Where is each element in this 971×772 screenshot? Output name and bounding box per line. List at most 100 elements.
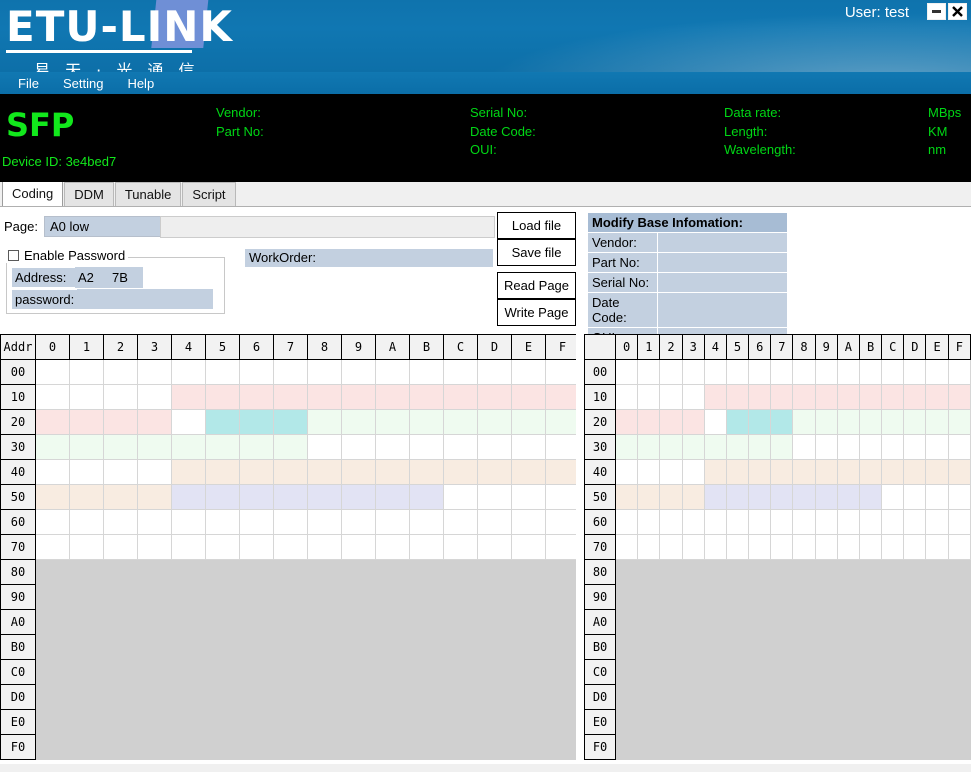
hex-cell-00-E[interactable] bbox=[511, 359, 546, 385]
hex-cell-70-8[interactable] bbox=[792, 534, 816, 560]
modify-value-serialno[interactable] bbox=[658, 273, 787, 292]
tab-script[interactable]: Script bbox=[182, 182, 236, 206]
hex-cell-50-7[interactable] bbox=[770, 484, 794, 510]
hex-cell-40-A[interactable] bbox=[375, 459, 410, 485]
hex-cell-50-0[interactable] bbox=[35, 484, 70, 510]
hex-cell-30-C[interactable] bbox=[443, 434, 478, 460]
hex-cell-60-5[interactable] bbox=[725, 509, 750, 535]
hex-cell-00-0[interactable] bbox=[35, 359, 70, 385]
hex-cell-60-3[interactable] bbox=[681, 509, 705, 535]
hex-cell-40-B[interactable] bbox=[858, 459, 883, 485]
hex-cell-50-2[interactable] bbox=[103, 484, 138, 510]
hex-cell-50-A[interactable] bbox=[375, 484, 410, 510]
hex-cell-00-9[interactable] bbox=[341, 359, 376, 385]
hex-cell-00-1[interactable] bbox=[69, 359, 104, 385]
hex-cell-70-D[interactable] bbox=[903, 534, 927, 560]
hex-cell-70-0[interactable] bbox=[35, 534, 70, 560]
hex-cell-10-9[interactable] bbox=[341, 384, 376, 410]
hex-cell-40-0[interactable] bbox=[615, 459, 639, 485]
hex-cell-60-1[interactable] bbox=[69, 509, 104, 535]
menu-item-setting[interactable]: Setting bbox=[51, 74, 115, 93]
hex-cell-70-1[interactable] bbox=[637, 534, 661, 560]
hex-cell-10-6[interactable] bbox=[239, 384, 274, 410]
hex-cell-00-4[interactable] bbox=[171, 359, 206, 385]
hex-cell-10-4[interactable] bbox=[703, 384, 727, 410]
save-file-button[interactable]: Save file bbox=[497, 239, 576, 266]
hex-cell-00-7[interactable] bbox=[770, 359, 794, 385]
hex-cell-70-E[interactable] bbox=[511, 534, 546, 560]
hex-cell-10-9[interactable] bbox=[814, 384, 838, 410]
modify-value-datecode[interactable] bbox=[658, 293, 787, 327]
hex-cell-00-C[interactable] bbox=[443, 359, 478, 385]
hex-cell-40-9[interactable] bbox=[814, 459, 838, 485]
hex-cell-40-6[interactable] bbox=[748, 459, 772, 485]
hex-cell-30-E[interactable] bbox=[925, 434, 949, 460]
hex-cell-50-3[interactable] bbox=[681, 484, 705, 510]
hex-cell-50-5[interactable] bbox=[205, 484, 240, 510]
hex-cell-40-2[interactable] bbox=[103, 459, 138, 485]
hex-cell-70-3[interactable] bbox=[137, 534, 172, 560]
hex-cell-30-3[interactable] bbox=[137, 434, 172, 460]
hex-cell-30-7[interactable] bbox=[770, 434, 794, 460]
hex-cell-60-9[interactable] bbox=[341, 509, 376, 535]
hex-cell-40-C[interactable] bbox=[443, 459, 478, 485]
hex-cell-10-3[interactable] bbox=[137, 384, 172, 410]
hex-cell-00-9[interactable] bbox=[814, 359, 838, 385]
hex-cell-20-B[interactable] bbox=[409, 409, 444, 435]
hex-cell-70-6[interactable] bbox=[239, 534, 274, 560]
password-cell-3[interactable] bbox=[179, 289, 214, 309]
modify-value-partno[interactable] bbox=[658, 253, 787, 272]
hex-cell-30-A[interactable] bbox=[375, 434, 410, 460]
hex-cell-30-2[interactable] bbox=[659, 434, 683, 460]
hex-cell-50-4[interactable] bbox=[703, 484, 727, 510]
hex-cell-70-6[interactable] bbox=[748, 534, 772, 560]
hex-cell-20-D[interactable] bbox=[903, 409, 927, 435]
hex-cell-40-F[interactable] bbox=[545, 459, 580, 485]
hex-cell-00-5[interactable] bbox=[725, 359, 750, 385]
hex-cell-60-0[interactable] bbox=[615, 509, 639, 535]
hex-cell-60-4[interactable] bbox=[703, 509, 727, 535]
hex-cell-30-9[interactable] bbox=[814, 434, 838, 460]
hex-cell-20-A[interactable] bbox=[375, 409, 410, 435]
hex-cell-50-D[interactable] bbox=[903, 484, 927, 510]
hex-cell-60-F[interactable] bbox=[947, 509, 971, 535]
hex-cell-40-D[interactable] bbox=[477, 459, 512, 485]
hex-cell-60-3[interactable] bbox=[137, 509, 172, 535]
hex-cell-10-B[interactable] bbox=[409, 384, 444, 410]
hex-cell-40-2[interactable] bbox=[659, 459, 683, 485]
hex-cell-60-D[interactable] bbox=[477, 509, 512, 535]
hex-cell-60-1[interactable] bbox=[637, 509, 661, 535]
hex-cell-70-E[interactable] bbox=[925, 534, 949, 560]
hex-cell-00-B[interactable] bbox=[409, 359, 444, 385]
hex-cell-10-F[interactable] bbox=[947, 384, 971, 410]
modify-value-vendor[interactable] bbox=[658, 233, 787, 252]
hex-cell-60-8[interactable] bbox=[307, 509, 342, 535]
hex-cell-70-2[interactable] bbox=[659, 534, 683, 560]
hex-cell-60-2[interactable] bbox=[103, 509, 138, 535]
hex-cell-00-D[interactable] bbox=[477, 359, 512, 385]
hex-cell-50-7[interactable] bbox=[273, 484, 308, 510]
hex-cell-10-8[interactable] bbox=[792, 384, 816, 410]
hex-cell-10-D[interactable] bbox=[903, 384, 927, 410]
hex-cell-00-F[interactable] bbox=[545, 359, 580, 385]
hex-cell-00-3[interactable] bbox=[681, 359, 705, 385]
hex-cell-70-2[interactable] bbox=[103, 534, 138, 560]
hex-cell-10-0[interactable] bbox=[615, 384, 639, 410]
hex-cell-50-9[interactable] bbox=[341, 484, 376, 510]
hex-cell-30-5[interactable] bbox=[205, 434, 240, 460]
hex-cell-60-E[interactable] bbox=[925, 509, 949, 535]
hex-cell-00-3[interactable] bbox=[137, 359, 172, 385]
hex-cell-70-8[interactable] bbox=[307, 534, 342, 560]
hex-cell-20-B[interactable] bbox=[858, 409, 883, 435]
hex-cell-70-A[interactable] bbox=[375, 534, 410, 560]
hex-cell-00-2[interactable] bbox=[659, 359, 683, 385]
hex-cell-30-4[interactable] bbox=[703, 434, 727, 460]
hex-cell-20-5[interactable] bbox=[205, 409, 240, 435]
hex-cell-30-D[interactable] bbox=[477, 434, 512, 460]
hex-cell-30-0[interactable] bbox=[35, 434, 70, 460]
hex-cell-70-0[interactable] bbox=[615, 534, 639, 560]
hex-cell-70-5[interactable] bbox=[725, 534, 750, 560]
hex-cell-30-5[interactable] bbox=[725, 434, 750, 460]
hex-cell-20-3[interactable] bbox=[137, 409, 172, 435]
hex-cell-50-C[interactable] bbox=[881, 484, 905, 510]
